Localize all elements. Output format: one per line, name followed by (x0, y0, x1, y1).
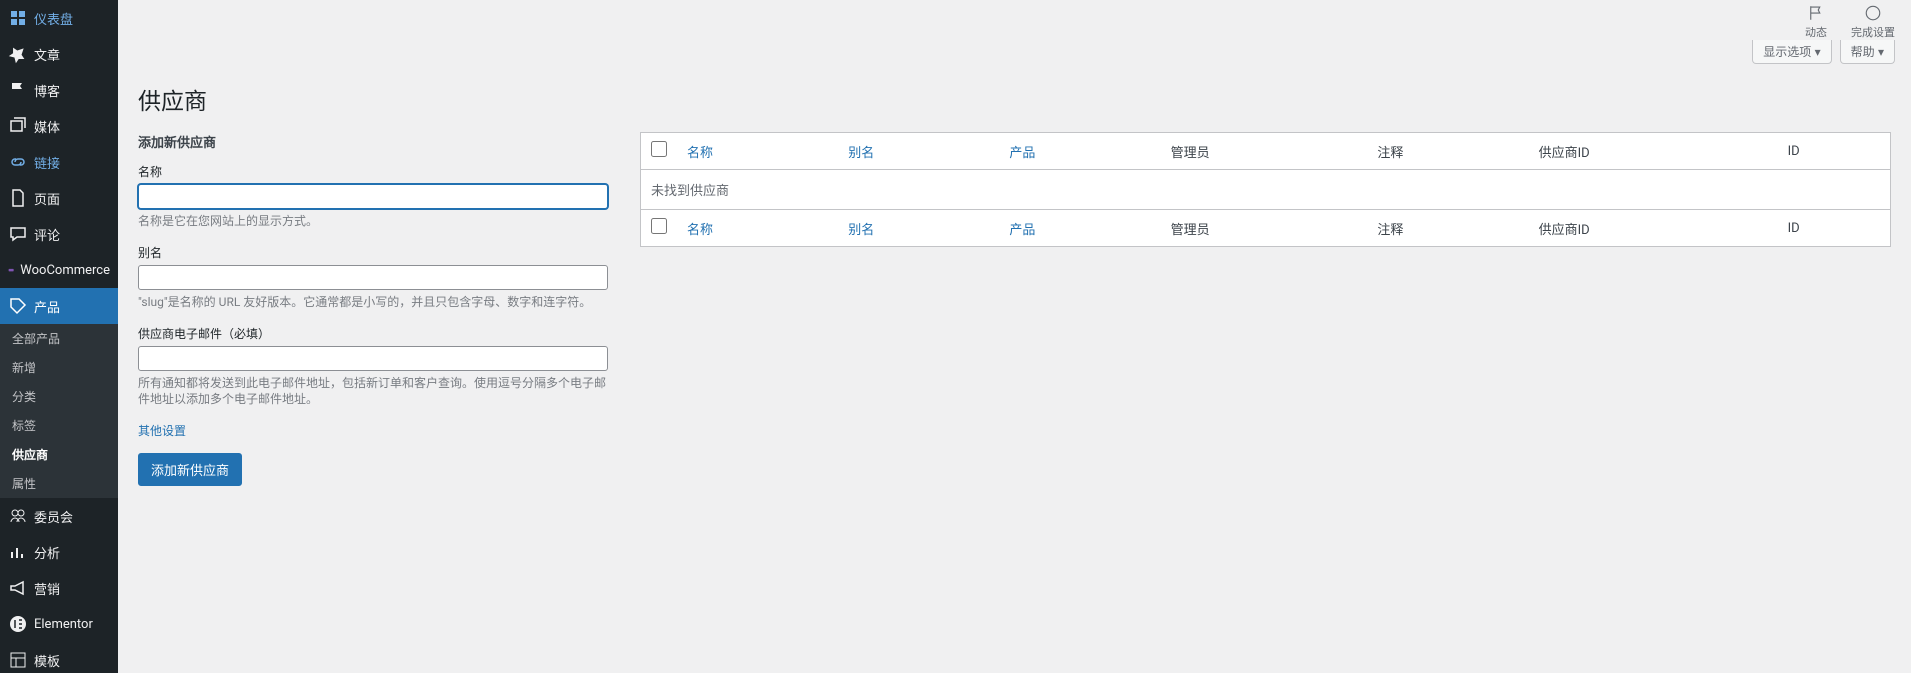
col-notes: 注释 (1367, 133, 1528, 170)
suppliers-table: 名称 别名 产品 管理员 注释 供应商ID ID 未找到供应商 (640, 132, 1891, 247)
page-icon (8, 188, 28, 208)
form-heading: 添加新供应商 (138, 132, 608, 151)
slug-label: 别名 (138, 244, 608, 261)
col-slug[interactable]: 别名 (848, 146, 874, 161)
megaphone-icon (8, 578, 28, 598)
menu-label: 评论 (34, 225, 60, 244)
analytics-icon (8, 542, 28, 562)
help-button[interactable]: 帮助 ▾ (1840, 40, 1895, 64)
menu-label: 委员会 (34, 507, 73, 526)
menu-label: 页面 (34, 189, 60, 208)
menu-label: 营销 (34, 579, 60, 598)
activity-button[interactable]: 动态 (1805, 4, 1827, 40)
submenu-suppliers[interactable]: 供应商 (0, 440, 118, 469)
submenu-categories[interactable]: 分类 (0, 382, 118, 411)
admin-sidebar: 仪表盘 文章 博客 媒体 链接 页面 评论 WooCommerce 产品 全部产… (0, 0, 118, 673)
col-id: ID (1778, 133, 1890, 170)
email-field-wrap: 供应商电子邮件（必填） 所有通知都将发送到此电子邮件地址，包括新订单和客户查询。… (138, 325, 608, 409)
submenu-tags[interactable]: 标签 (0, 411, 118, 440)
template-icon (8, 650, 28, 670)
suppliers-table-wrap: 名称 别名 产品 管理员 注释 供应商ID ID 未找到供应商 (640, 132, 1891, 486)
slug-description: "slug"是名称的 URL 友好版本。它通常都是小写的，并且只包含字母、数字和… (138, 294, 608, 311)
people-icon (8, 506, 28, 526)
screen-meta: 显示选项 ▾ 帮助 ▾ (118, 40, 1911, 64)
col-id-foot: ID (1778, 209, 1890, 246)
link-icon (8, 152, 28, 172)
table-empty-row: 未找到供应商 (641, 170, 1890, 209)
screen-options-button[interactable]: 显示选项 ▾ (1752, 40, 1831, 64)
menu-analytics[interactable]: 分析 (0, 534, 118, 570)
col-notes-foot: 注释 (1367, 209, 1528, 246)
page-title: 供应商 (138, 82, 1891, 116)
name-description: 名称是它在您网站上的显示方式。 (138, 213, 608, 230)
name-field-wrap: 名称 名称是它在您网站上的显示方式。 (138, 163, 608, 230)
elementor-icon (8, 614, 28, 634)
main-content: 动态 完成设置 显示选项 ▾ 帮助 ▾ 供应商 添加新供应商 名称 名称是它在您… (118, 0, 1911, 526)
finish-label: 完成设置 (1851, 24, 1895, 40)
col-product-foot[interactable]: 产品 (1009, 223, 1035, 238)
slug-input[interactable] (138, 265, 608, 290)
menu-label: 文章 (34, 45, 60, 64)
menu-label: 媒体 (34, 117, 60, 136)
other-settings-toggle[interactable]: 其他设置 (138, 422, 186, 439)
topbar: 动态 完成设置 (118, 0, 1911, 40)
menu-posts[interactable]: 文章 (0, 36, 118, 72)
woo-icon (8, 260, 14, 280)
flag-icon (8, 80, 28, 100)
finish-setup-button[interactable]: 完成设置 (1851, 4, 1895, 40)
col-supplier-id-foot: 供应商ID (1529, 209, 1778, 246)
col-name[interactable]: 名称 (687, 146, 713, 161)
menu-marketing[interactable]: 营销 (0, 570, 118, 606)
menu-products[interactable]: 产品 (0, 288, 118, 324)
submit-button[interactable]: 添加新供应商 (138, 453, 242, 486)
menu-label: 分析 (34, 543, 60, 562)
menu-label: WooCommerce (20, 263, 110, 278)
comment-icon (8, 224, 28, 244)
menu-dashboard[interactable]: 仪表盘 (0, 0, 118, 36)
circle-icon (1864, 4, 1882, 22)
menu-label: 仪表盘 (34, 9, 73, 28)
submenu-attributes[interactable]: 属性 (0, 469, 118, 498)
email-input[interactable] (138, 346, 608, 371)
dashboard-icon (8, 8, 28, 28)
slug-field-wrap: 别名 "slug"是名称的 URL 友好版本。它通常都是小写的，并且只包含字母、… (138, 244, 608, 311)
activity-label: 动态 (1805, 24, 1827, 40)
menu-committee[interactable]: 委员会 (0, 498, 118, 534)
menu-label: 模板 (34, 651, 60, 670)
submenu-all-products[interactable]: 全部产品 (0, 324, 118, 353)
email-label: 供应商电子邮件（必填） (138, 325, 608, 342)
col-product[interactable]: 产品 (1009, 146, 1035, 161)
select-all-bottom[interactable] (651, 218, 667, 234)
product-icon (8, 296, 28, 316)
menu-label: 链接 (34, 153, 60, 172)
col-admin-foot: 管理员 (1161, 209, 1368, 246)
menu-label: Elementor (34, 617, 93, 632)
pin-icon (8, 44, 28, 64)
media-icon (8, 116, 28, 136)
menu-links[interactable]: 链接 (0, 144, 118, 180)
name-label: 名称 (138, 163, 608, 180)
col-admin: 管理员 (1161, 133, 1368, 170)
submenu-add-new[interactable]: 新增 (0, 353, 118, 382)
menu-label: 产品 (34, 297, 60, 316)
menu-comments[interactable]: 评论 (0, 216, 118, 252)
menu-media[interactable]: 媒体 (0, 108, 118, 144)
col-name-foot[interactable]: 名称 (687, 223, 713, 238)
col-slug-foot[interactable]: 别名 (848, 223, 874, 238)
menu-blog[interactable]: 博客 (0, 72, 118, 108)
select-all-top[interactable] (651, 141, 667, 157)
menu-templates[interactable]: 模板 (0, 642, 118, 673)
menu-pages[interactable]: 页面 (0, 180, 118, 216)
flag-icon (1807, 4, 1825, 22)
name-input[interactable] (138, 184, 608, 209)
col-supplier-id: 供应商ID (1529, 133, 1778, 170)
menu-label: 博客 (34, 81, 60, 100)
products-submenu: 全部产品 新增 分类 标签 供应商 属性 (0, 324, 118, 498)
email-description: 所有通知都将发送到此电子邮件地址，包括新订单和客户查询。使用逗号分隔多个电子邮件… (138, 375, 608, 409)
menu-woocommerce[interactable]: WooCommerce (0, 252, 118, 288)
empty-message: 未找到供应商 (641, 170, 1890, 209)
add-supplier-form: 添加新供应商 名称 名称是它在您网站上的显示方式。 别名 "slug"是名称的 … (138, 132, 608, 486)
menu-elementor[interactable]: Elementor (0, 606, 118, 642)
